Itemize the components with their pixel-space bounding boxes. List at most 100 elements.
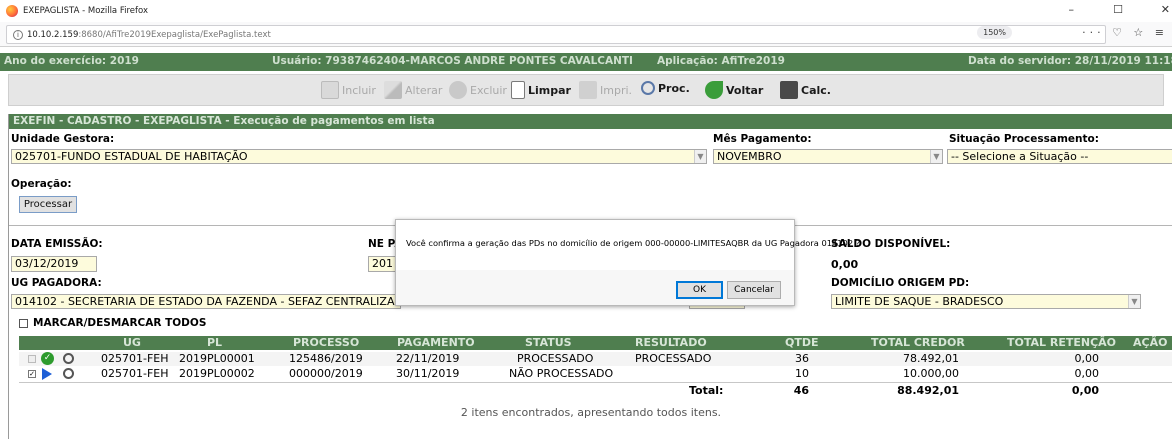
marcar-todos-checkbox[interactable] <box>19 318 28 328</box>
window-title: EXEPAGLISTA - Mozilla Firefox <box>23 6 148 16</box>
excluir-button[interactable]: Excluir <box>449 81 507 99</box>
domicilio-value: LIMITE DE SAQUE - BRADESCO <box>835 295 1004 308</box>
site-info-icon[interactable]: i <box>13 29 23 40</box>
imprimir-button[interactable]: Impri. <box>579 81 632 99</box>
ug-pagadora-select[interactable]: 014102 - SECRETARIA DE ESTADO DA FAZENDA… <box>11 294 401 309</box>
situacao-value: -- Selecione a Situação -- <box>951 150 1089 163</box>
cell-total-retencao: 0,00 <box>1074 367 1100 380</box>
results-count: 2 itens encontrados, apresentando todos … <box>460 406 722 419</box>
edit-icon <box>384 81 402 99</box>
cell-status: PROCESSADO <box>517 352 594 365</box>
mes-pagamento-select[interactable]: NOVEMBRO ▼ <box>713 149 943 164</box>
dialog-message: Você confirma a geração das PDs no domic… <box>406 238 861 248</box>
excluir-label: Excluir <box>470 83 507 97</box>
total-qtde: 46 <box>793 384 809 397</box>
calc-label: Calc. <box>801 83 831 97</box>
dialog-message-area: Você confirma a geração das PDs no domic… <box>396 220 860 270</box>
maximize-button[interactable]: ☐ <box>1113 3 1123 16</box>
data-emissao-label: DATA EMISSÃO: <box>11 238 103 250</box>
col-pl: PL <box>207 336 223 349</box>
col-pagamento: PAGAMENTO <box>397 336 475 349</box>
action-toolbar: Incluir Alterar Excluir Limpar Impri. Pr… <box>8 74 1164 106</box>
url-path: :8680/AfiTre2019Exepaglista/ExePaglista.… <box>78 29 271 40</box>
table-header: UG PL PROCESSO PAGAMENTO STATUS RESULTAD… <box>19 336 1172 350</box>
ok-button[interactable]: OK <box>676 281 723 299</box>
cell-pl: 2019PL00001 <box>179 352 255 365</box>
mes-pagamento-value: NOVEMBRO <box>717 150 782 163</box>
marcar-todos-label: MARCAR/DESMARCAR TODOS <box>33 317 207 329</box>
server-date: Data do servidor: 28/11/2019 11:18 AM <box>968 55 1172 67</box>
calculator-icon <box>780 81 798 99</box>
ug-pagadora-value: 014102 - SECRETARIA DE ESTADO DA FAZENDA… <box>15 295 401 308</box>
confirm-dialog: Você confirma a geração das PDs no domic… <box>395 219 860 306</box>
view-details-search-icon[interactable] <box>63 353 74 364</box>
voltar-label: Voltar <box>726 83 764 97</box>
cell-pagamento: 30/11/2019 <box>396 367 460 380</box>
clear-page-icon <box>511 81 525 99</box>
zoom-level-badge[interactable]: 150% <box>977 26 1012 39</box>
mes-pagamento-label: Mês Pagamento: <box>713 133 812 145</box>
cell-qtde: 36 <box>795 352 809 365</box>
back-arrow-icon <box>705 81 723 99</box>
total-retencao: 0,00 <box>1071 384 1099 397</box>
proc-button[interactable]: Proc. <box>641 81 690 95</box>
col-total-retencao: TOTAL RETENÇÃO <box>1007 336 1117 349</box>
col-qtde: QTDE <box>785 336 819 349</box>
play-icon[interactable] <box>42 368 52 380</box>
table-total-row: Total: 46 88.492,01 0,00 <box>19 382 1172 397</box>
col-total-credor: TOTAL CREDOR <box>871 336 965 349</box>
print-icon <box>579 81 597 99</box>
operacao-label: Operação: <box>11 178 72 190</box>
col-processo: PROCESSO <box>293 336 360 349</box>
firefox-logo-icon <box>6 5 18 17</box>
total-credor: 88.492,01 <box>897 384 959 397</box>
minimize-button[interactable]: – <box>1069 3 1075 16</box>
search-icon <box>641 81 655 95</box>
chevron-down-icon: ▼ <box>1128 295 1140 308</box>
processar-button[interactable]: Processar <box>19 196 77 213</box>
col-resultado: RESULTADO <box>635 336 707 349</box>
limpar-button[interactable]: Limpar <box>511 81 571 99</box>
unidade-gestora-select[interactable]: 025701-FUNDO ESTADUAL DE HABITAÇÃO ▼ <box>11 149 707 164</box>
situacao-select[interactable]: -- Selecione a Situação -- <box>947 149 1172 164</box>
alterar-button[interactable]: Alterar <box>384 81 442 99</box>
voltar-button[interactable]: Voltar <box>705 81 763 99</box>
imprimir-label: Impri. <box>600 83 633 97</box>
table-row[interactable]: ✓ 025701-FEH 2019PL00001 125486/2019 22/… <box>19 352 1172 366</box>
include-icon <box>321 81 339 99</box>
col-acao: AÇÃO <box>1133 336 1168 349</box>
row-checkbox[interactable]: ✓ <box>28 370 36 378</box>
delete-icon <box>449 81 467 99</box>
cell-pagamento: 22/11/2019 <box>396 352 460 365</box>
cell-resultado: PROCESSADO <box>635 352 712 365</box>
close-window-button[interactable]: ✕ <box>1161 3 1170 16</box>
chevron-down-icon: ▼ <box>694 150 706 163</box>
calc-button[interactable]: Calc. <box>780 81 831 99</box>
unidade-gestora-label: Unidade Gestora: <box>11 133 115 145</box>
cell-qtde: 10 <box>795 367 809 380</box>
ug-pagadora-label: UG PAGADORA: <box>11 277 102 289</box>
form-title: EXEFIN - CADASTRO - EXEPAGLISTA - Execuç… <box>9 114 1172 129</box>
data-emissao-field[interactable]: 03/12/2019 <box>11 256 97 272</box>
alterar-label: Alterar <box>405 83 443 97</box>
url-field[interactable]: i 10.10.2.159 :8680/AfiTre2019Exepaglist… <box>6 25 1106 44</box>
domicilio-select[interactable]: LIMITE DE SAQUE - BRADESCO ▼ <box>831 294 1141 309</box>
view-details-search-icon[interactable] <box>63 368 74 379</box>
user-info: Usuário: 79387462404-MARCOS ANDRE PONTES… <box>272 55 633 67</box>
cell-ug: 025701-FEH <box>101 352 169 365</box>
cancel-button[interactable]: Cancelar <box>727 281 781 299</box>
cell-pl: 2019PL00002 <box>179 367 255 380</box>
cell-processo: 000000/2019 <box>289 367 363 380</box>
marcar-todos-toggle[interactable]: MARCAR/DESMARCAR TODOS <box>19 317 206 329</box>
saldo-value: 0,00 <box>831 258 859 271</box>
row-checkbox[interactable] <box>28 355 36 363</box>
table-row[interactable]: ✓ 025701-FEH 2019PL00002 000000/2019 30/… <box>19 367 1172 381</box>
incluir-label: Incluir <box>342 83 376 97</box>
processed-check-icon: ✓ <box>41 352 54 365</box>
incluir-button[interactable]: Incluir <box>321 81 376 99</box>
domicilio-label: DOMICÍLIO ORIGEM PD: <box>831 277 970 289</box>
browser-titlebar: EXEPAGLISTA - Mozilla Firefox – ☐ ✕ <box>0 0 1172 22</box>
chevron-down-icon: ▼ <box>930 150 942 163</box>
browser-menu-icons[interactable]: ··· ♡ ☆ ≡ <box>1082 26 1168 39</box>
cell-ug: 025701-FEH <box>101 367 169 380</box>
